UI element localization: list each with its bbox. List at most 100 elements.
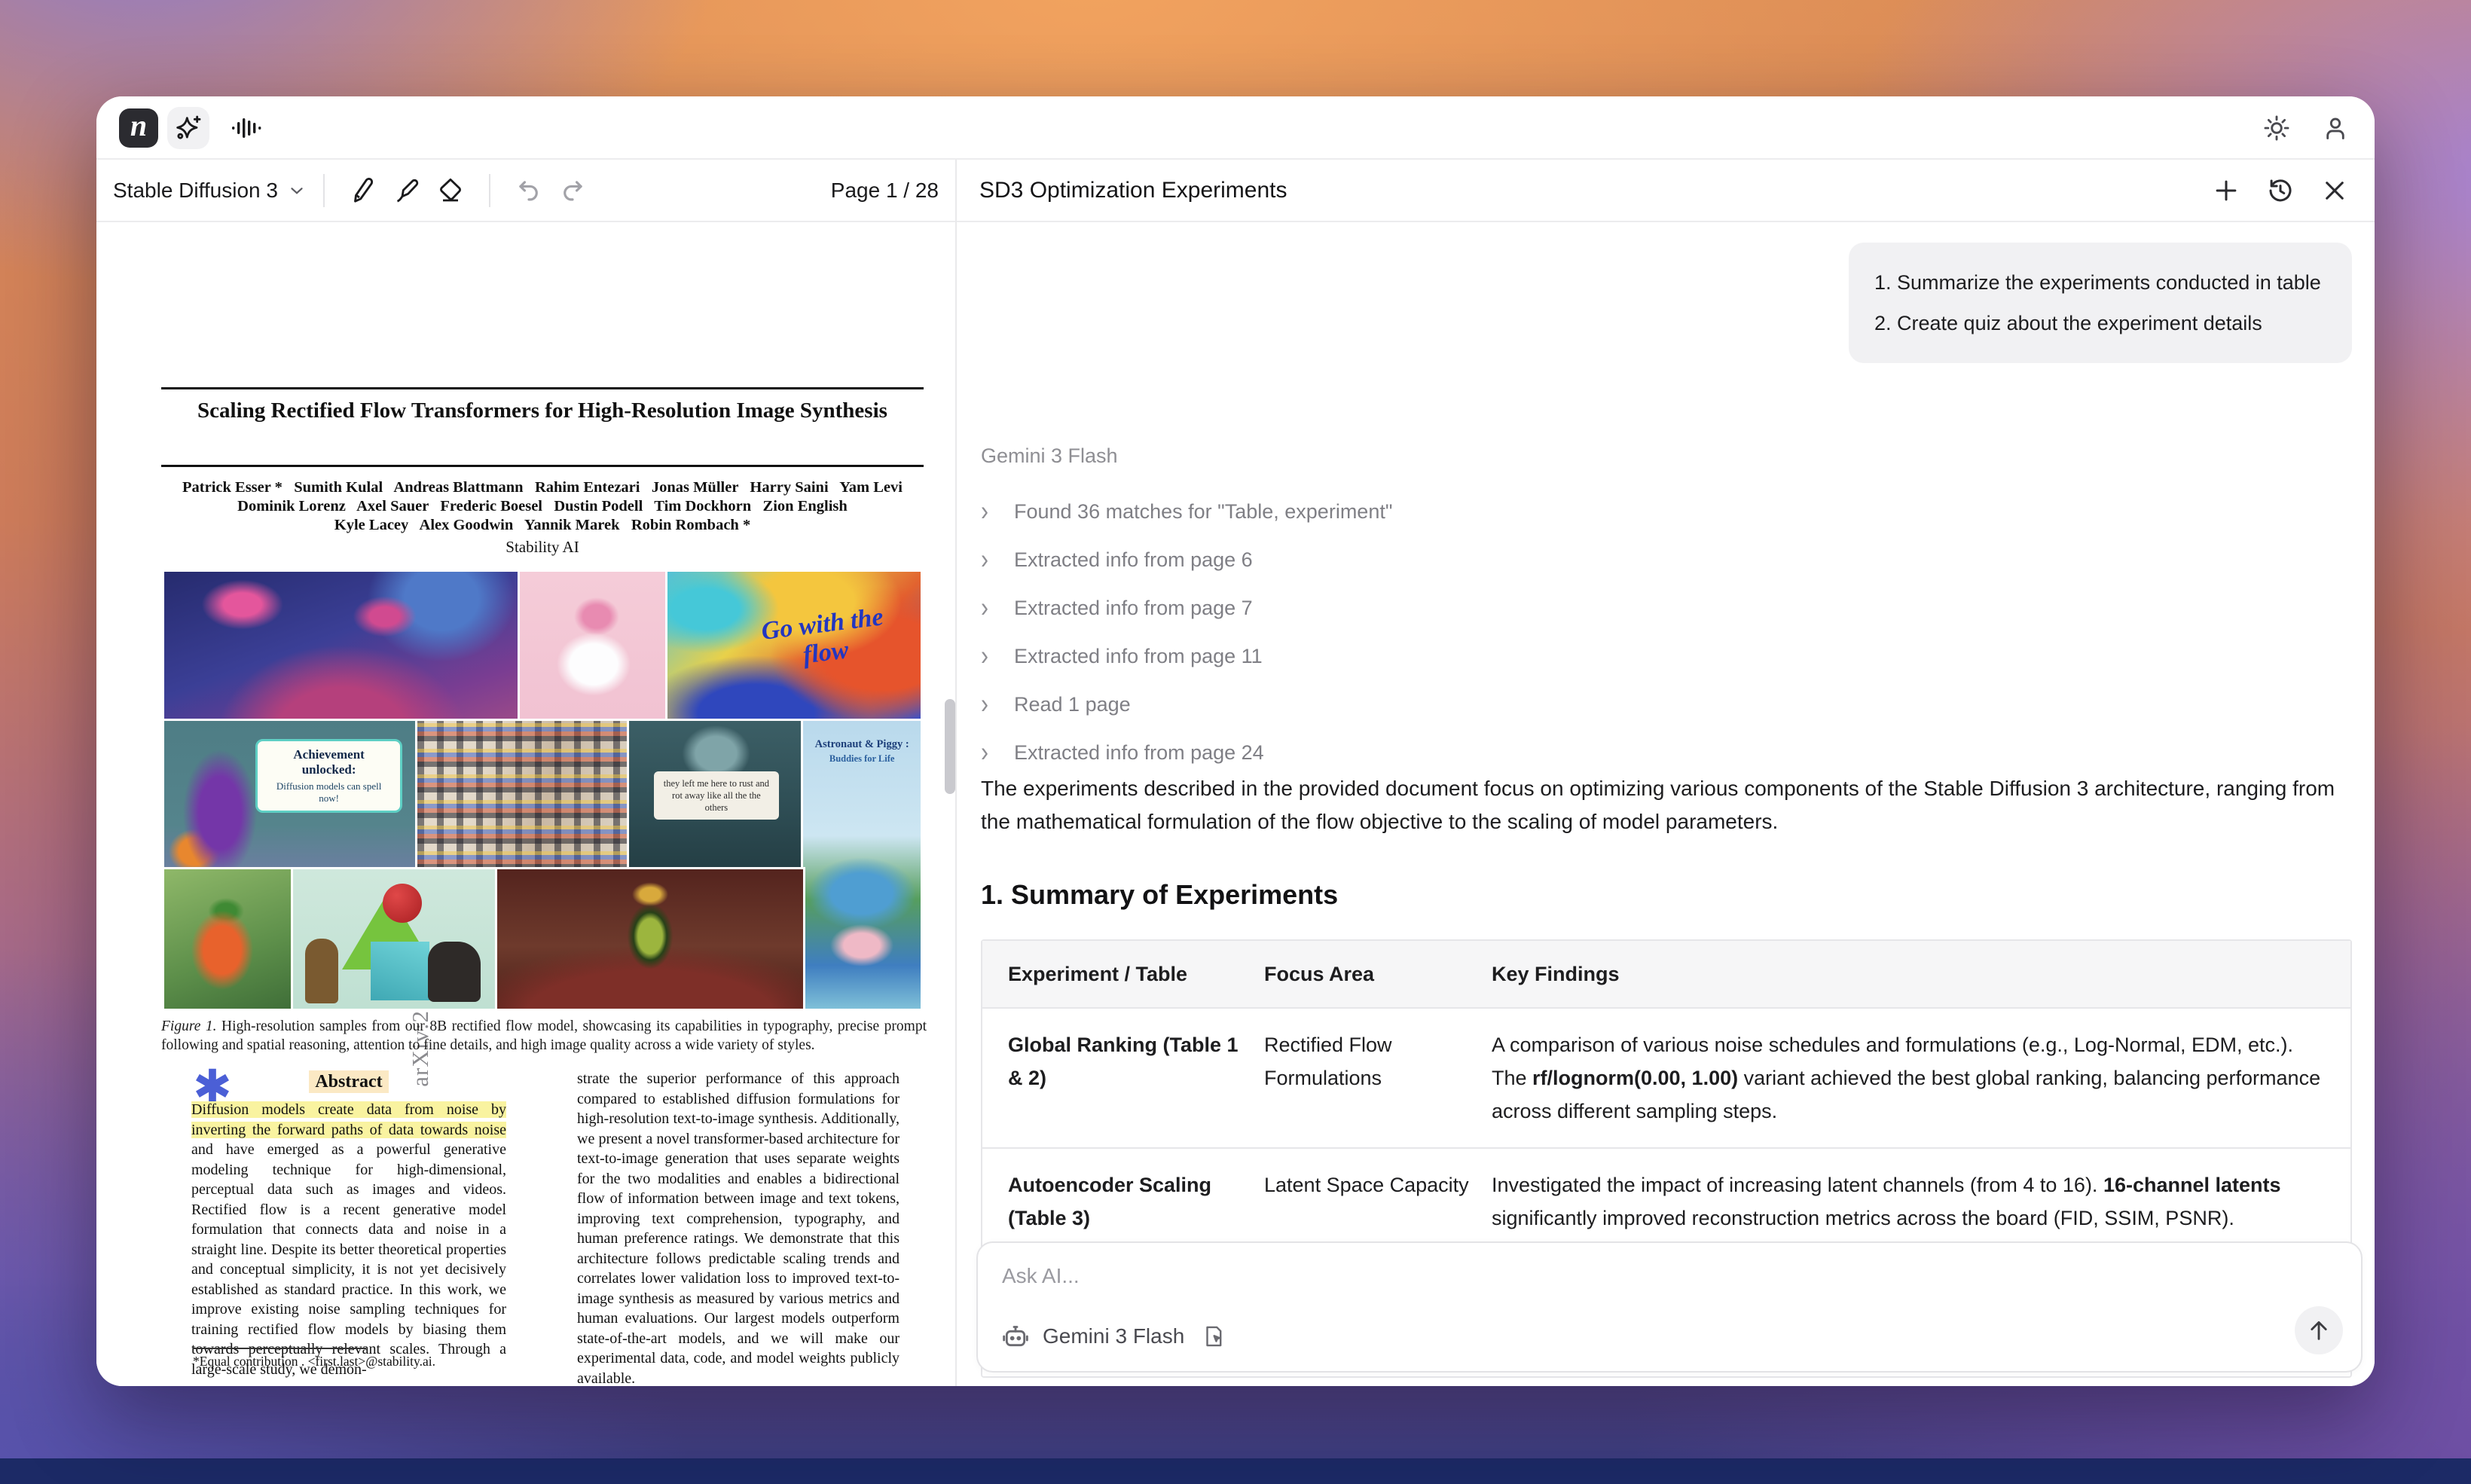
agent-step[interactable]: ›Extracted info from page 7 [981, 584, 1392, 632]
eraser-icon [435, 176, 466, 206]
send-button[interactable] [2295, 1306, 2343, 1354]
chat-header: SD3 Optimization Experiments [955, 160, 2375, 221]
figure-tile-astronaut-piggy-poster: Astronaut & Piggy : Buddies for Life [803, 721, 921, 1009]
highlighter-icon [392, 176, 422, 206]
user-message-bubble: 1. Summarize the experiments conducted i… [1849, 243, 2352, 363]
chevron-down-icon [287, 181, 307, 200]
abstract-heading: Abstract [191, 1072, 506, 1092]
flow-art-text: Go with the flow [745, 601, 903, 676]
agent-step[interactable]: ›Extracted info from page 24 [981, 728, 1392, 777]
figure-tile-pepper-creature [164, 869, 293, 1009]
figure-tile-shapes-cat-dog [293, 869, 497, 1009]
close-icon [2320, 176, 2349, 205]
paper-affiliation: Stability AI [142, 538, 943, 557]
ai-composer: Gemini 3 Flash [976, 1241, 2363, 1373]
pdf-page[interactable]: arXiv:2403.03206v1 [cs.CV] 5 Mar 2024 Sc… [96, 222, 955, 1386]
eraser-tool-button[interactable] [429, 169, 472, 212]
person-icon [2321, 114, 2350, 142]
user-prompt-line: 2. Create quiz about the experiment deta… [1874, 303, 2326, 344]
document-title-dropdown[interactable]: Stable Diffusion 3 [113, 179, 307, 203]
answer-intro-paragraph: The experiments described in the provide… [981, 772, 2352, 838]
close-panel-button[interactable] [2313, 169, 2356, 212]
red-sphere-shape [383, 884, 422, 923]
sparkle-ai-icon [173, 113, 203, 143]
redo-button[interactable] [551, 169, 594, 212]
agent-steps-list: ›Found 36 matches for "Table, experiment… [981, 487, 1392, 777]
highlighted-abstract-text: Diffusion models create data from noise … [191, 1101, 506, 1138]
pen-icon [348, 176, 378, 206]
column-header: Key Findings [1478, 941, 2350, 1007]
figure-caption: Figure 1. High-resolution samples from o… [161, 1017, 927, 1055]
chevron-right-icon: › [981, 496, 994, 528]
answer-section-heading: 1. Summary of Experiments [981, 879, 1338, 911]
dog-figure [428, 942, 481, 1002]
toolbar-divider [323, 174, 325, 207]
app-window: n [96, 96, 2375, 1386]
chat-history-button[interactable] [2259, 169, 2302, 212]
pdf-scrollbar[interactable] [945, 699, 955, 794]
undo-icon [515, 176, 543, 205]
page-context-icon [1201, 1324, 1226, 1349]
undo-button[interactable] [507, 169, 551, 212]
ai-assistant-tab[interactable] [167, 107, 209, 149]
paper-authors: Patrick Esser * Sumith Kulal Andreas Bla… [142, 478, 943, 557]
pen-tool-button[interactable] [341, 169, 385, 212]
chevron-right-icon: › [981, 544, 994, 576]
poster-sub: Buddies for Life [811, 753, 914, 765]
chat-title: SD3 Optimization Experiments [979, 178, 1287, 203]
composer-model-name: Gemini 3 Flash [1043, 1324, 1184, 1348]
figure-tile-pig-doctor [520, 572, 667, 721]
paper-title: Scaling Rectified Flow Transformers for … [161, 398, 924, 423]
chevron-right-icon: › [981, 640, 994, 673]
model-selector[interactable]: Gemini 3 Flash [1000, 1321, 1226, 1351]
toolbar-divider [489, 174, 490, 207]
page-indicator: Page 1 / 28 [831, 179, 939, 203]
footnote-rule [193, 1348, 366, 1349]
table-row: Autoencoder Scaling (Table 3) Latent Spa… [982, 1147, 2350, 1254]
figure-tile-wizard: Achievement unlocked: Diffusion models c… [164, 721, 417, 869]
figure-tile-mushrooms [164, 572, 520, 721]
model-label: Gemini 3 Flash [981, 444, 1118, 468]
ask-ai-input[interactable] [1002, 1264, 2132, 1288]
paper-rule-under-title [161, 465, 924, 467]
wizard-bubble-sub: Diffusion models can spell now! [265, 780, 392, 805]
column-header: Experiment / Table [982, 941, 1252, 1007]
figure-tile-avocado-court [497, 869, 804, 1009]
app-logo[interactable]: n [119, 108, 158, 148]
agent-step[interactable]: ›Found 36 matches for "Table, experiment… [981, 487, 1392, 536]
theme-toggle-button[interactable] [2257, 108, 2296, 148]
figure-tile-mosaic-face [417, 721, 629, 869]
figure-1-collage: Go with the flow Achievement unlocked: D… [164, 572, 921, 1009]
history-clock-icon [2266, 176, 2295, 205]
app-topbar: n [96, 96, 2375, 160]
chevron-right-icon: › [981, 737, 994, 769]
chevron-right-icon: › [981, 689, 994, 721]
abstract-left-column: Abstract Diffusion models create data fr… [191, 1072, 506, 1379]
robot-icon [1000, 1321, 1031, 1351]
table-header-row: Experiment / Table Focus Area Key Findin… [982, 941, 2350, 1007]
plus-icon [2212, 176, 2240, 205]
document-title: Stable Diffusion 3 [113, 179, 278, 203]
audio-record-button[interactable] [226, 107, 268, 149]
chevron-right-icon: › [981, 592, 994, 624]
table-row: Global Ranking (Table 1 & 2) Rectified F… [982, 1007, 2350, 1147]
new-chat-button[interactable] [2204, 169, 2248, 212]
agent-step[interactable]: ›Extracted info from page 11 [981, 632, 1392, 680]
sun-icon [2262, 114, 2291, 142]
abstract-right-column: strate the superior performance of this … [577, 1069, 900, 1386]
account-button[interactable] [2316, 108, 2355, 148]
highlighter-tool-button[interactable] [385, 169, 429, 212]
robot-sign-text: they left me here to rust and rot away l… [654, 771, 779, 820]
figure-tile-flow-art: Go with the flow [667, 572, 921, 721]
wizard-bubble-title: Achievement unlocked: [265, 747, 392, 777]
agent-step[interactable]: ›Extracted info from page 6 [981, 536, 1392, 584]
arrow-up-icon [2306, 1318, 2332, 1343]
user-prompt-line: 1. Summarize the experiments conducted i… [1874, 262, 2326, 303]
agent-step[interactable]: ›Read 1 page [981, 680, 1392, 728]
column-header: Focus Area [1252, 941, 1478, 1007]
paper-rule-top [161, 387, 924, 389]
pdf-toolbar: Stable Diffusion 3 [96, 160, 955, 221]
poster-title: Astronaut & Piggy : [811, 738, 914, 751]
desktop-dock-strip [0, 1458, 2471, 1484]
blue-cube-shape [371, 942, 429, 1000]
